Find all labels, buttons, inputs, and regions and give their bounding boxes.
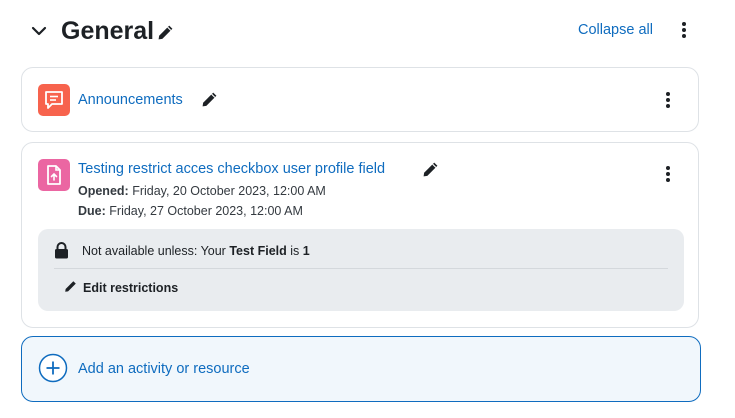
activity-link[interactable]: Announcements (78, 92, 183, 108)
kebab-menu-icon[interactable] (661, 164, 675, 184)
pencil-icon[interactable] (201, 91, 218, 108)
due-date: Due: Friday, 27 October 2023, 12:00 AM (78, 204, 303, 218)
restriction-text: Not available unless: Your Test Field is… (82, 244, 310, 258)
edit-restrictions-label: Edit restrictions (83, 281, 179, 295)
activity-card-announcements: Announcements (21, 67, 699, 132)
lock-icon (54, 242, 69, 259)
forum-icon (38, 84, 70, 116)
add-activity-label: Add an activity or resource (78, 361, 250, 377)
collapse-all-link[interactable]: Collapse all (578, 22, 653, 38)
kebab-menu-icon[interactable] (677, 20, 691, 40)
restriction-field: Test Field (229, 244, 287, 258)
activity-card-assignment: Testing restrict acces checkbox user pro… (21, 142, 699, 328)
pencil-icon (64, 280, 77, 296)
kebab-menu-icon[interactable] (661, 90, 675, 110)
assignment-icon (38, 159, 70, 191)
divider (54, 268, 668, 269)
add-activity-button[interactable]: Add an activity or resource (21, 336, 701, 402)
restriction-middle: is (290, 244, 300, 258)
section-header: General Collapse all (26, 14, 706, 48)
opened-date: Opened: Friday, 20 October 2023, 12:00 A… (78, 184, 326, 198)
restriction-box: Not available unless: Your Test Field is… (38, 229, 684, 311)
pencil-icon[interactable] (422, 161, 439, 178)
chevron-down-icon[interactable] (30, 22, 48, 40)
plus-circle-icon (38, 353, 68, 383)
edit-restrictions-link[interactable]: Edit restrictions (64, 280, 178, 296)
pencil-icon[interactable] (157, 24, 174, 41)
opened-value: Friday, 20 October 2023, 12:00 AM (132, 184, 326, 198)
section-title: General (61, 17, 155, 45)
restriction-value: 1 (302, 244, 310, 258)
activity-link[interactable]: Testing restrict acces checkbox user pro… (78, 161, 385, 177)
due-value: Friday, 27 October 2023, 12:00 AM (109, 204, 303, 218)
due-label: Due: (78, 204, 106, 218)
opened-label: Opened: (78, 184, 129, 198)
restriction-prefix: Not available unless: Your (82, 244, 226, 258)
